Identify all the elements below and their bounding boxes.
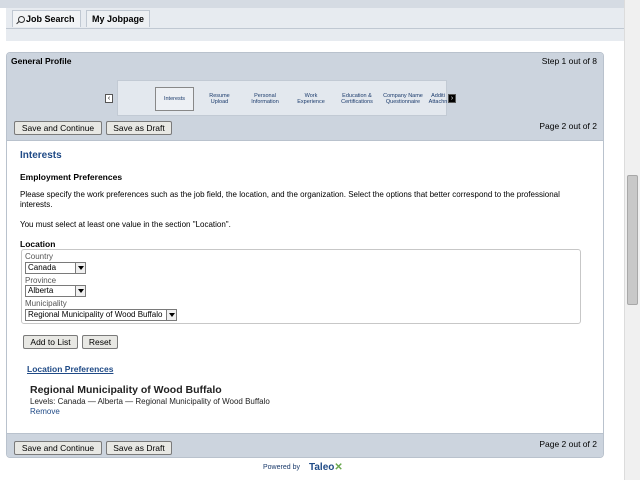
required-note: You must select at least one value in th…: [20, 220, 231, 229]
chevron-down-icon: [166, 310, 176, 320]
wizard-step-work-experience[interactable]: Work Experience: [291, 87, 331, 111]
remove-link[interactable]: Remove: [30, 407, 60, 416]
municipality-select[interactable]: Regional Municipality of Wood Buffalo: [25, 309, 177, 321]
panel-footer: Save and Continue Save as Draft Page 2 o…: [7, 433, 603, 457]
wizard-step-attachments[interactable]: Additi Attachn: [428, 87, 448, 111]
employment-preferences-heading: Employment Preferences: [20, 172, 123, 182]
country-select[interactable]: Canada: [25, 262, 86, 274]
content-area: Interests Employment Preferences Please …: [7, 140, 603, 433]
wizard-step-label: Personal Information: [251, 92, 279, 106]
vertical-scrollbar[interactable]: [624, 0, 640, 480]
country-label: Country: [25, 252, 54, 261]
instructions-text: Please specify the work preferences such…: [20, 190, 560, 209]
province-select[interactable]: Alberta: [25, 285, 86, 297]
tab-my-jobpage[interactable]: My Jobpage: [86, 10, 150, 27]
wizard-prev-icon[interactable]: ‹: [105, 94, 113, 103]
wizard-step-resume-upload[interactable]: Resume Upload: [200, 87, 239, 111]
wizard-step-personal-information[interactable]: Personal Information: [245, 87, 285, 111]
search-icon: [18, 16, 25, 23]
location-heading: Location: [20, 239, 56, 249]
selected-location-levels: Levels: Canada — Alberta — Regional Muni…: [30, 397, 270, 406]
province-value: Alberta: [28, 286, 54, 295]
top-band: [0, 0, 631, 8]
chevron-down-icon: [75, 263, 85, 273]
sub-band: [6, 28, 631, 41]
municipality-label: Municipality: [25, 299, 67, 308]
wizard-step-label: Additi Attachn: [428, 92, 448, 106]
wizard-step-label: Company Name Questionnaire: [383, 92, 423, 106]
powered-by-text: Powered by: [263, 464, 300, 471]
wizard-step-label: Work Experience: [297, 92, 325, 106]
selected-location-title: Regional Municipality of Wood Buffalo: [30, 384, 222, 396]
save-draft-button-top[interactable]: Save as Draft: [106, 121, 172, 135]
add-to-list-button[interactable]: Add to List: [23, 335, 78, 349]
wizard-step-label: Resume Upload: [209, 92, 230, 106]
tab-job-search[interactable]: Job Search: [12, 10, 81, 27]
province-label: Province: [25, 276, 57, 285]
wizard-step-education[interactable]: Education & Certifications: [337, 87, 377, 111]
save-continue-button-bottom[interactable]: Save and Continue: [14, 441, 102, 455]
general-profile-panel: General Profile Step 1 out of 8 ‹ Intere…: [6, 52, 604, 458]
wizard-step-label: Education & Certifications: [341, 92, 373, 106]
save-continue-button-top[interactable]: Save and Continue: [14, 121, 102, 135]
wizard-step-label: Interests: [163, 95, 186, 102]
panel-title: General Profile: [11, 56, 72, 66]
taleo-mark-icon: ✕: [334, 462, 343, 473]
municipality-value: Regional Municipality of Wood Buffalo: [28, 310, 163, 319]
location-box: Country Canada Province Alberta Municipa…: [21, 249, 581, 324]
step-indicator: Step 1 out of 8: [541, 56, 597, 66]
reset-button[interactable]: Reset: [82, 335, 118, 349]
wizard-step-questionnaire[interactable]: Company Name Questionnaire: [383, 87, 423, 111]
wizard-step-interests[interactable]: Interests: [155, 87, 194, 111]
taleo-logo-text: Taleo: [309, 462, 335, 473]
chevron-down-icon: [75, 286, 85, 296]
taleo-logo[interactable]: Taleo✕: [309, 462, 343, 473]
tab-job-search-label: Job Search: [26, 14, 75, 24]
save-draft-button-bottom[interactable]: Save as Draft: [106, 441, 172, 455]
tabs-bar: Job Search My Jobpage: [6, 8, 631, 28]
panel-header: General Profile Step 1 out of 8 ‹ Intere…: [7, 53, 603, 140]
scrollbar-thumb[interactable]: [627, 175, 638, 305]
wizard-next-icon[interactable]: ›: [448, 94, 456, 103]
page-indicator-top: Page 2 out of 2: [539, 121, 597, 131]
country-value: Canada: [28, 263, 57, 272]
location-preferences-link[interactable]: Location Preferences: [27, 364, 113, 374]
section-title: Interests: [20, 150, 62, 161]
wizard-steps: Interests Resume Upload Personal Informa…: [117, 80, 447, 116]
tab-my-jobpage-label: My Jobpage: [92, 14, 145, 24]
page-indicator-bottom: Page 2 out of 2: [539, 439, 597, 449]
